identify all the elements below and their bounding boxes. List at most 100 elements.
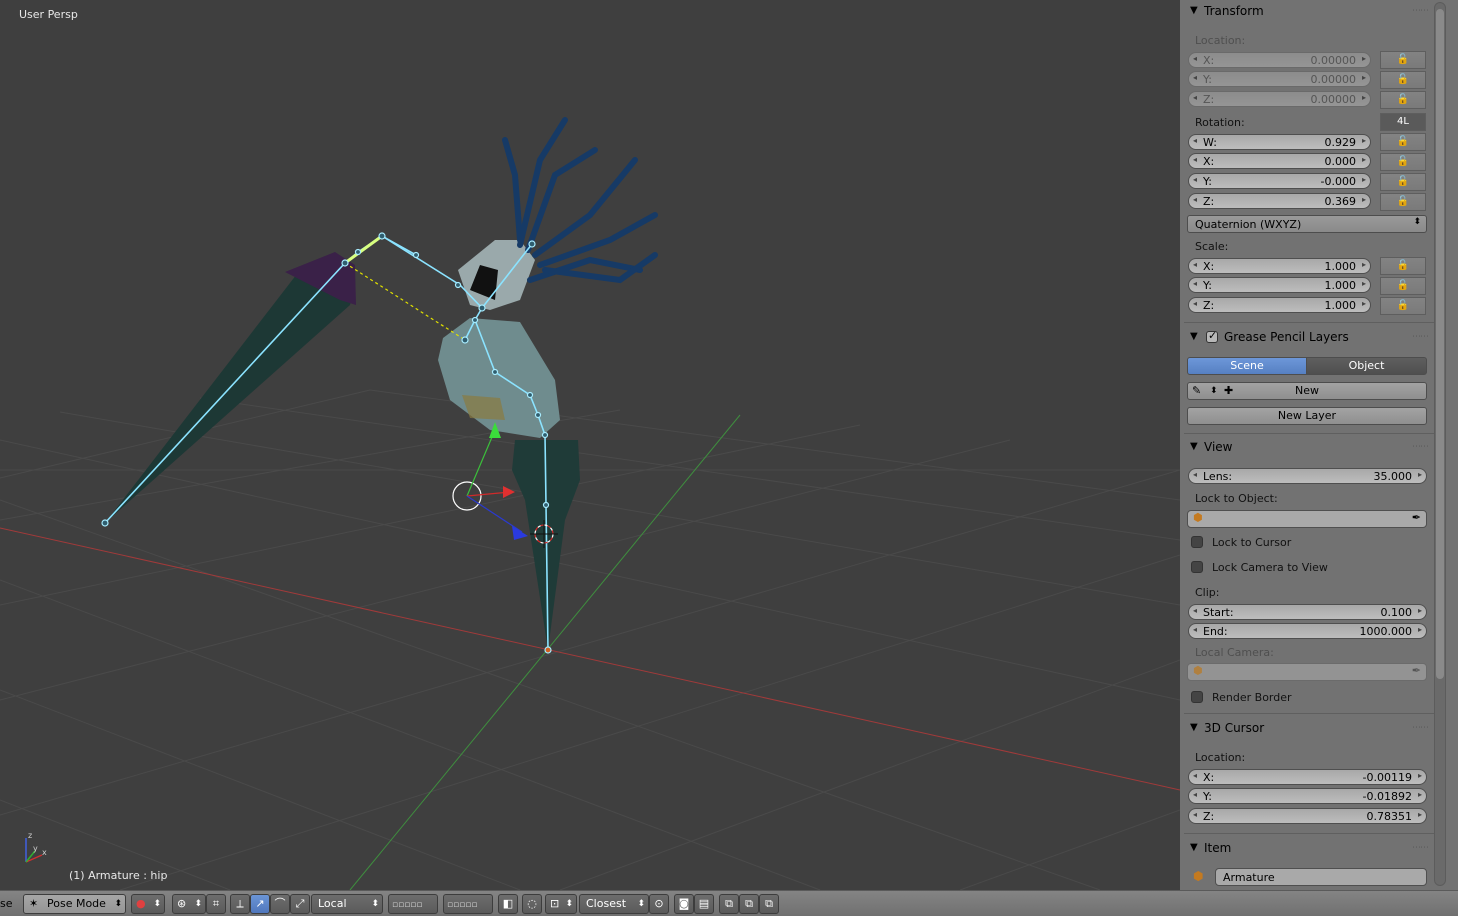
panel-title: View — [1204, 440, 1233, 454]
tab-scene[interactable]: Scene — [1187, 357, 1307, 375]
snap-toggle-button[interactable]: ⊙ — [649, 894, 669, 914]
scale-manipulator-button[interactable]: ⤢ — [290, 894, 310, 914]
viewport-shading-dropdown[interactable]: ● ⬍ — [131, 894, 165, 914]
rotation-y-field[interactable]: ◂ Y: -0.000 ▸ — [1188, 173, 1371, 189]
drag-grip-icon[interactable]: ⋯⋯ — [1412, 843, 1429, 853]
rotation-w-field[interactable]: ◂ W: 0.929 ▸ — [1188, 134, 1371, 150]
scale-x-field[interactable]: ◂ X: 1.000 ▸ — [1188, 258, 1371, 274]
translate-manipulator-button[interactable]: ↗ — [250, 894, 270, 914]
clip-label: Clip: — [1195, 586, 1220, 599]
lock-object-field[interactable]: ⬢ ✒ — [1187, 510, 1427, 528]
lock-icon[interactable]: 🔓 — [1380, 51, 1426, 69]
view-panel-header[interactable]: ▼ View ⋯⋯ — [1184, 438, 1432, 458]
separator — [1184, 433, 1434, 434]
grease-pencil-enable-checkbox[interactable]: ✓ — [1206, 329, 1218, 343]
svg-text:z: z — [28, 831, 32, 840]
panel-title: 3D Cursor — [1204, 721, 1265, 735]
drag-grip-icon[interactable]: ⋯⋯ — [1412, 332, 1429, 342]
rotation-x-field[interactable]: ◂ X: 0.000 ▸ — [1188, 153, 1371, 169]
layers-group-1[interactable]: ▫▫▫▫▫ — [388, 894, 438, 914]
copy-pose-icon: ⧉ — [725, 897, 733, 910]
collapse-triangle-icon: ▼ — [1190, 331, 1198, 342]
copy-pose-button[interactable]: ⧉ — [719, 894, 739, 914]
collapse-triangle-icon: ▼ — [1190, 842, 1198, 853]
rotation-mode-dropdown[interactable]: Quaternion (WXYZ) ⬍ — [1187, 215, 1427, 233]
properties-region[interactable]: ▼ Transform ⋯⋯ Location: ◂ X: 0.00000 ▸ ◂ Y:… — [1180, 0, 1458, 890]
grease-pencil-panel-header[interactable]: ▼ ✓ Grease Pencil Layers ⋯⋯ — [1184, 328, 1432, 348]
manipulator-icon: ⟂ — [236, 897, 244, 910]
shading-sphere-icon: ● — [136, 897, 146, 910]
mode-dropdown[interactable]: ✶ Pose Mode ⬍ — [23, 894, 126, 914]
proportional-edit-button[interactable]: ◌ — [522, 894, 542, 914]
pivot-point-dropdown[interactable]: ⊛ ⬍ — [172, 894, 206, 914]
clip-start-field[interactable]: ◂ Start: 0.100 ▸ — [1188, 604, 1427, 620]
cursor-x-field[interactable]: ◂ X: -0.00119 ▸ — [1188, 769, 1427, 785]
snap-target-dropdown[interactable]: Closest ⬍ — [579, 894, 649, 914]
lock-layers-button[interactable]: ◧ — [498, 894, 518, 914]
lens-field[interactable]: ◂ Lens: 35.000 ▸ — [1188, 468, 1427, 484]
rotate-manipulator-button[interactable]: ⌒ — [270, 894, 290, 914]
item-name-field[interactable]: Armature — [1215, 868, 1427, 886]
location-x-field[interactable]: ◂ X: 0.00000 ▸ — [1188, 52, 1371, 68]
pivot-manipulate-center-button[interactable]: ⌗ — [206, 894, 226, 914]
drag-grip-icon[interactable]: ⋯⋯ — [1412, 723, 1429, 733]
panel-scrollbar[interactable] — [1434, 2, 1446, 886]
camera-icon: ◙ — [678, 897, 690, 910]
object-cube-icon: ⬢ — [1193, 511, 1203, 524]
character-mesh — [105, 117, 658, 650]
lock-icon[interactable]: 🔓 — [1380, 297, 1426, 315]
rotation-label: Rotation: — [1195, 116, 1245, 129]
snap-element-dropdown[interactable]: ⊡ ⬍ — [545, 894, 577, 914]
render-still-button[interactable]: ◙ — [674, 894, 694, 914]
drag-grip-icon[interactable]: ⋯⋯ — [1412, 442, 1429, 452]
location-z-field[interactable]: ◂ Z: 0.00000 ▸ — [1188, 91, 1371, 107]
paste-pose-icon: ⧉ — [745, 897, 753, 910]
rotation-z-field[interactable]: ◂ Z: 0.369 ▸ — [1188, 193, 1371, 209]
transform-orientation-dropdown[interactable]: Local ⬍ — [311, 894, 383, 914]
item-panel-header[interactable]: ▼ Item ⋯⋯ — [1184, 839, 1432, 859]
lock-layers-icon: ◧ — [502, 897, 514, 910]
render-animation-button[interactable]: ▤ — [694, 894, 714, 914]
lock-icon[interactable]: 🔓 — [1380, 133, 1426, 151]
viewport-scene: z x y — [0, 117, 1180, 890]
separator — [1184, 322, 1434, 323]
lock-to-cursor-checkbox[interactable] — [1191, 536, 1203, 548]
scale-y-field[interactable]: ◂ Y: 1.000 ▸ — [1188, 277, 1371, 293]
location-y-field[interactable]: ◂ Y: 0.00000 ▸ — [1188, 71, 1371, 87]
cursor-y-field[interactable]: ◂ Y: -0.01892 ▸ — [1188, 788, 1427, 804]
transform-panel-header[interactable]: ▼ Transform ⋯⋯ — [1184, 2, 1432, 22]
new-grease-pencil-button[interactable]: ✎ ⬍ ✚ New — [1187, 382, 1427, 400]
object-cube-icon: ⬢ — [1193, 869, 1204, 883]
cursor-panel-header[interactable]: ▼ 3D Cursor ⋯⋯ — [1184, 719, 1432, 739]
separator — [1184, 713, 1434, 714]
lock-icon[interactable]: 🔓 — [1380, 173, 1426, 191]
cursor-location-label: Location: — [1195, 751, 1246, 764]
scrollbar-thumb[interactable] — [1436, 9, 1444, 679]
collapse-triangle-icon: ▼ — [1190, 5, 1198, 16]
lock-icon[interactable]: 🔓 — [1380, 91, 1426, 109]
paste-flipped-pose-button[interactable]: ⧉ — [759, 894, 779, 914]
new-layer-button[interactable]: New Layer — [1187, 407, 1427, 425]
grid-floor — [0, 389, 1180, 890]
truncated-menu-label[interactable]: se — [0, 897, 13, 910]
lock-4l-toggle[interactable]: 4L — [1380, 113, 1426, 131]
scale-z-field[interactable]: ◂ Z: 1.000 ▸ — [1188, 297, 1371, 313]
pencil-icon: ✎ — [1192, 384, 1202, 397]
lock-icon[interactable]: 🔓 — [1380, 71, 1426, 89]
manipulator-toggle[interactable]: ⟂ — [230, 894, 250, 914]
clip-end-field[interactable]: ◂ End: 1000.000 ▸ — [1188, 623, 1427, 639]
lock-icon[interactable]: 🔓 — [1380, 277, 1426, 295]
lock-icon[interactable]: 🔓 — [1380, 153, 1426, 171]
tab-object[interactable]: Object — [1306, 357, 1427, 375]
lock-icon[interactable]: 🔓 — [1380, 193, 1426, 211]
3d-viewport[interactable]: z x y User Persp (1) Armature : hip — [0, 0, 1180, 890]
cursor-z-field[interactable]: ◂ Z: 0.78351 ▸ — [1188, 808, 1427, 824]
paste-pose-button[interactable]: ⧉ — [739, 894, 759, 914]
lock-icon[interactable]: 🔓 — [1380, 257, 1426, 275]
lock-camera-checkbox[interactable] — [1191, 561, 1203, 573]
x-axis-line — [0, 527, 1180, 791]
local-camera-field[interactable]: ⬢ ✒ — [1187, 663, 1427, 681]
render-border-checkbox[interactable] — [1191, 691, 1203, 703]
layers-group-2[interactable]: ▫▫▫▫▫ — [443, 894, 493, 914]
drag-grip-icon[interactable]: ⋯⋯ — [1412, 6, 1429, 16]
